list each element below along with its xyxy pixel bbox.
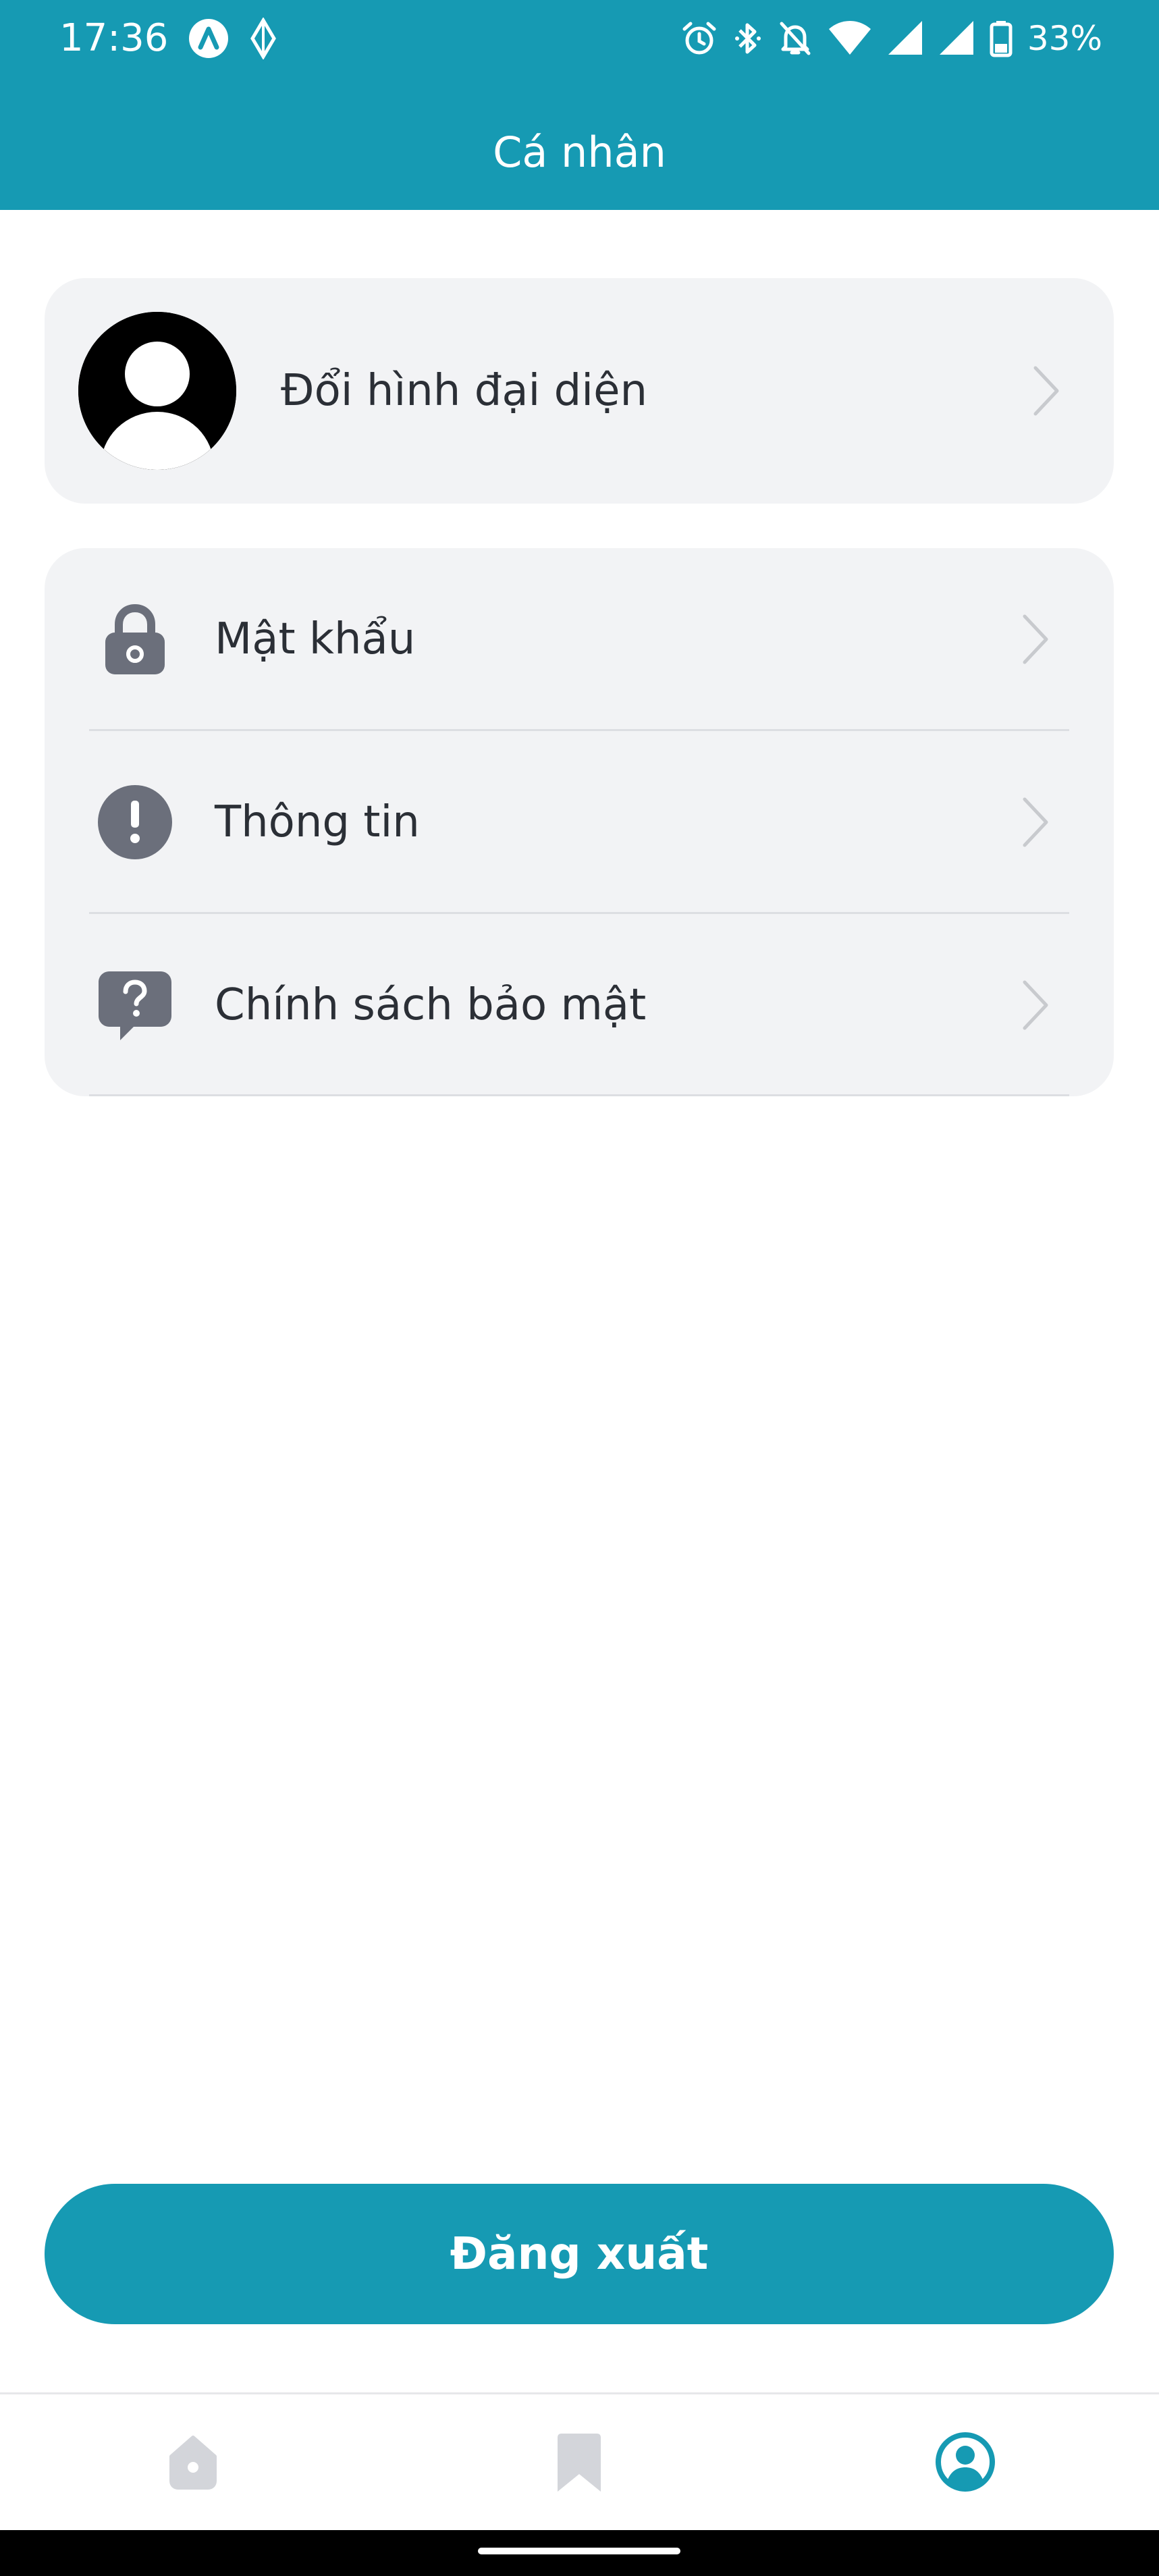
- signal-icon: [938, 20, 975, 57]
- chevron-right-icon: [1031, 364, 1061, 418]
- change-avatar-label: Đổi hình đại diện: [281, 366, 647, 416]
- status-time: 17:36: [59, 16, 169, 60]
- bluetooth-icon: [733, 20, 763, 57]
- system-navigation-bar: [0, 2530, 1159, 2576]
- info-icon: [95, 782, 176, 863]
- chevron-right-icon: [1021, 978, 1050, 1032]
- status-left-icons: [188, 18, 277, 59]
- menu-item-info[interactable]: Thông tin: [45, 731, 1114, 913]
- profile-icon: [933, 2430, 998, 2494]
- chevron-right-icon: [1021, 795, 1050, 849]
- nav-profile[interactable]: [925, 2421, 1006, 2502]
- help-chat-icon: [95, 965, 176, 1046]
- status-bar: 17:36 33%: [0, 0, 1159, 78]
- battery-percentage: 33%: [1027, 19, 1102, 58]
- app-a-icon: [188, 18, 230, 59]
- app-header: 17:36 33% Cá nhân: [0, 0, 1159, 210]
- settings-menu: Mật khẩu Thông tin Chính sách bảo mật: [45, 548, 1114, 1096]
- menu-item-privacy-policy[interactable]: Chính sách bảo mật: [45, 914, 1114, 1096]
- menu-item-label: Mật khẩu: [215, 614, 416, 664]
- lock-icon: [95, 599, 176, 680]
- default-avatar-icon: [78, 312, 236, 470]
- bookmark-icon: [547, 2430, 612, 2494]
- app-diamond-icon: [250, 18, 277, 59]
- nav-home[interactable]: [153, 2421, 234, 2502]
- change-avatar-row[interactable]: Đổi hình đại diện: [45, 278, 1114, 504]
- signal-icon: [887, 20, 923, 57]
- menu-item-label: Chính sách bảo mật: [215, 980, 647, 1030]
- wifi-icon: [828, 20, 872, 57]
- battery-icon: [990, 20, 1013, 57]
- alarm-icon: [680, 20, 718, 57]
- divider: [89, 1094, 1069, 1096]
- status-right-icons: 33%: [680, 15, 1102, 62]
- home-icon: [161, 2430, 225, 2494]
- nav-bookmarks[interactable]: [539, 2421, 620, 2502]
- bottom-navigation: [0, 2392, 1159, 2532]
- logout-button[interactable]: Đăng xuất: [45, 2184, 1114, 2324]
- gesture-handle[interactable]: [478, 2548, 680, 2554]
- menu-item-label: Thông tin: [215, 797, 420, 847]
- menu-item-password[interactable]: Mật khẩu: [45, 548, 1114, 730]
- chevron-right-icon: [1021, 612, 1050, 666]
- notifications-off-icon: [778, 20, 813, 57]
- page-title: Cá nhân: [493, 128, 666, 177]
